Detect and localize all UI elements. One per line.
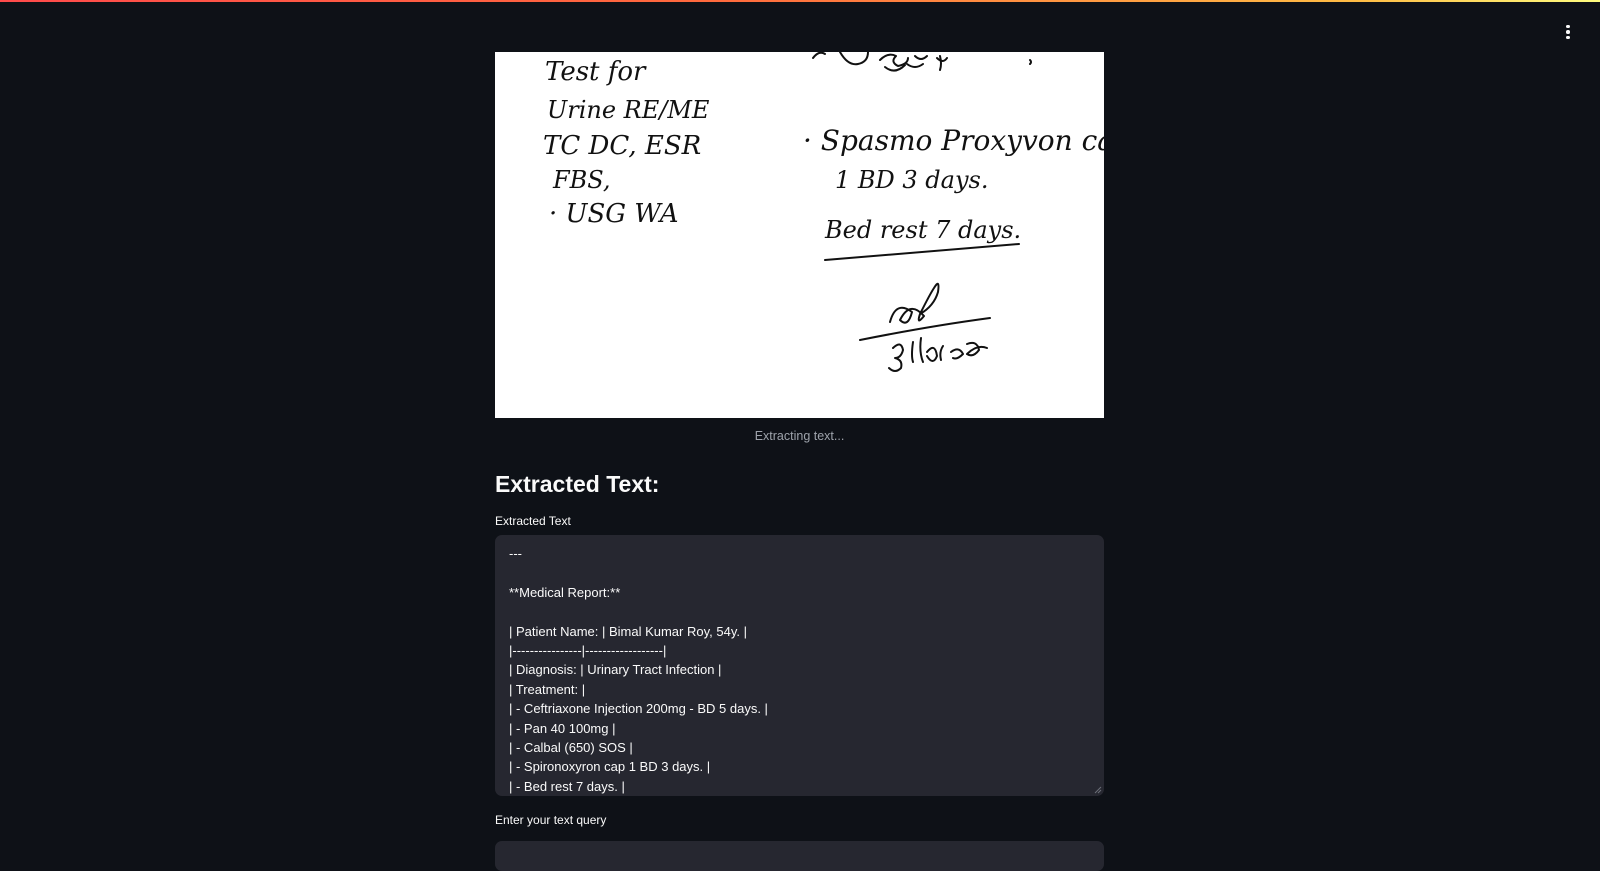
- main-menu-button[interactable]: [1556, 20, 1580, 44]
- text-line: | - Ceftriaxone Injection 200mg - BD 5 d…: [509, 701, 768, 717]
- svg-text:· USG WA: · USG WA: [549, 199, 679, 229]
- text-line: | - Calbal (650) SOS |: [509, 739, 633, 755]
- svg-text:· Spasmo Proxyvon cap: · Spasmo Proxyvon cap: [803, 124, 1104, 157]
- kebab-menu-icon-dot: [1566, 30, 1570, 34]
- text-line: **Medical Report:**: [509, 584, 621, 600]
- svg-text:FBS,: FBS,: [552, 166, 611, 194]
- text-line: | Diagnosis: | Urinary Tract Infection |: [509, 662, 722, 678]
- image-caption: Extracting text...: [754, 429, 845, 443]
- kebab-menu-icon-dot: [1566, 24, 1570, 29]
- text-line: |----------------|------------------|: [509, 642, 667, 658]
- resize-handle-icon[interactable]: [1094, 786, 1102, 794]
- text-line: | Patient Name: | Bimal Kumar Roy, 54y. …: [509, 623, 747, 639]
- svg-text:Test for: Test for: [545, 57, 647, 87]
- extracted-text-heading: Extracted Text:: [495, 471, 660, 497]
- svg-text:TC DC, ESR: TC DC, ESR: [543, 131, 701, 161]
- svg-text:Urine RE/ME: Urine RE/ME: [547, 96, 710, 124]
- text-line: | - Pan 40 100mg |: [509, 720, 616, 736]
- extracted-text-label: Extracted Text: [495, 514, 571, 528]
- text-line: | Treatment: |: [509, 681, 586, 697]
- query-label: Enter your text query: [495, 813, 607, 827]
- text-line: ---: [509, 546, 522, 561]
- svg-text:Bed rest 7 days.: Bed rest 7 days.: [824, 216, 1021, 244]
- prescription-image: Test for Urine RE/ME TC DC, ESR FBS, · U…: [495, 52, 1104, 418]
- text-line: | - Spironoxyron cap 1 BD 3 days. |: [509, 759, 711, 775]
- main-content: Test for Urine RE/ME TC DC, ESR FBS, · U…: [495, 52, 1104, 871]
- text-line: [509, 602, 1090, 621]
- query-input[interactable]: [495, 841, 1104, 871]
- extracted-text-area[interactable]: --- **Medical Report:** | Patient Name: …: [495, 535, 1104, 796]
- text-line: [509, 563, 1090, 582]
- svg-text:1 BD 3 days.: 1 BD 3 days.: [835, 166, 988, 194]
- top-decoration-bar: [0, 0, 1600, 2]
- text-line: | - Bed rest 7 days. |: [509, 778, 625, 794]
- kebab-menu-icon-dot: [1566, 35, 1570, 40]
